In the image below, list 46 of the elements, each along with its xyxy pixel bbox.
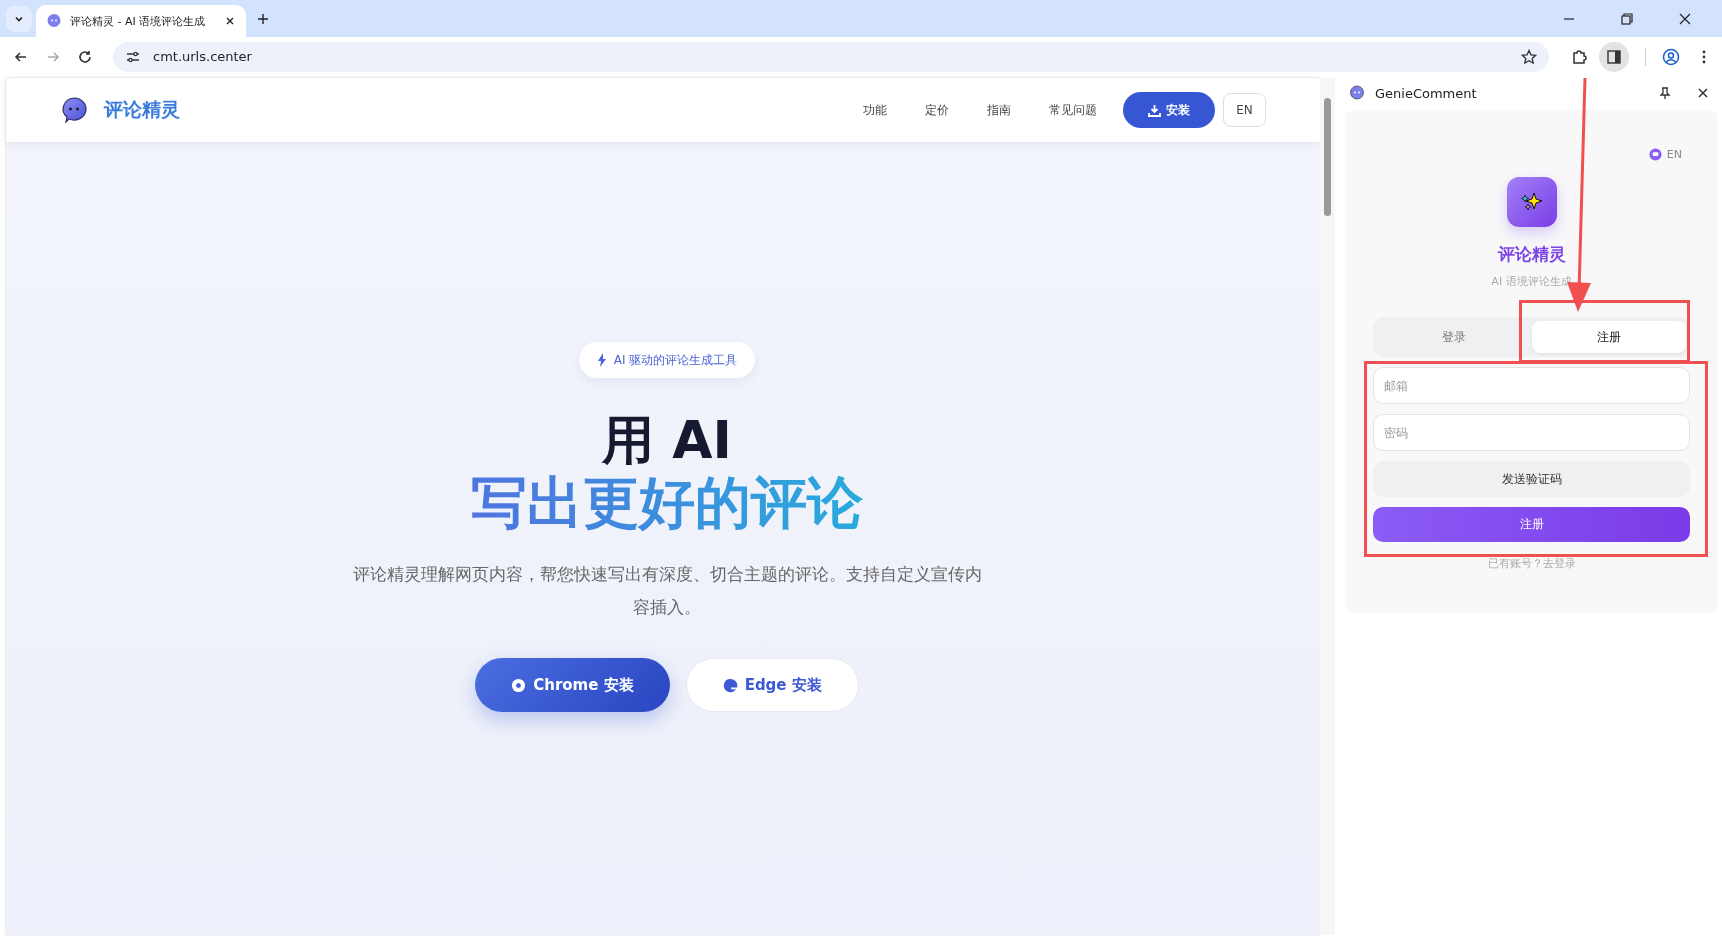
- panel-title: GenieComment: [1375, 85, 1477, 101]
- nav-link[interactable]: 定价: [925, 101, 949, 119]
- browser-tab[interactable]: 评论精灵 - AI 语境评论生成: [36, 5, 246, 37]
- email-field[interactable]: 邮箱: [1373, 367, 1690, 404]
- browser-logo-icon: [722, 677, 738, 693]
- browser-logo-icon: [511, 677, 527, 693]
- scrollbar-thumb[interactable]: [1324, 98, 1331, 216]
- pin-icon[interactable]: [1658, 86, 1672, 100]
- nav-link[interactable]: 常见问题: [1049, 101, 1097, 119]
- close-icon[interactable]: [1696, 86, 1710, 100]
- side-panel-button[interactable]: [1599, 41, 1629, 72]
- password-field[interactable]: 密码: [1373, 414, 1690, 451]
- url-text: cmt.urls.center: [153, 49, 252, 64]
- hero-description: 评论精灵理解网页内容，帮您快速写出有深度、切合主题的评论。支持自定义宣传内容插入。: [352, 563, 982, 619]
- send-code-button[interactable]: 发送验证码: [1373, 461, 1690, 497]
- nav-link[interactable]: 指南: [987, 101, 1011, 119]
- chat-bubble-icon: [46, 13, 62, 29]
- site-logo-text[interactable]: 评论精灵: [104, 97, 180, 123]
- download-icon: [1148, 103, 1161, 117]
- lightning-icon: [596, 353, 607, 367]
- install-button[interactable]: Chrome 安装: [475, 658, 670, 712]
- install-button[interactable]: 安装: [1123, 92, 1215, 128]
- restore-icon[interactable]: [1620, 11, 1634, 26]
- tagline-badge: AI 驱动的评论生成工具: [578, 342, 756, 378]
- tab-title: 评论精灵 - AI 语境评论生成: [70, 13, 207, 29]
- chat-bubble-icon: [60, 96, 88, 124]
- profile-icon[interactable]: [1662, 47, 1680, 66]
- auth-tab[interactable]: 注册: [1531, 321, 1686, 353]
- auth-tab[interactable]: 登录: [1377, 321, 1532, 353]
- side-panel-icon: [1606, 48, 1622, 65]
- globe-icon: [1648, 148, 1662, 161]
- hero-heading: 用 AI: [602, 410, 732, 470]
- close-window-icon[interactable]: [1678, 11, 1692, 26]
- language-toggle[interactable]: EN: [1648, 148, 1682, 161]
- puzzle-icon[interactable]: [1571, 47, 1589, 66]
- chat-bubble-icon: [1349, 85, 1365, 101]
- new-tab-icon[interactable]: [256, 11, 270, 26]
- app-name: 评论精灵: [1497, 243, 1566, 266]
- register-button[interactable]: 注册: [1373, 507, 1690, 542]
- close-icon[interactable]: [224, 15, 236, 27]
- reload-icon[interactable]: [77, 48, 93, 65]
- install-button[interactable]: Edge 安装: [685, 658, 859, 712]
- nav-link[interactable]: 功能: [863, 101, 887, 119]
- address-bar[interactable]: cmt.urls.center: [113, 41, 1549, 72]
- language-button[interactable]: EN: [1223, 93, 1266, 127]
- star-icon[interactable]: [1521, 48, 1537, 65]
